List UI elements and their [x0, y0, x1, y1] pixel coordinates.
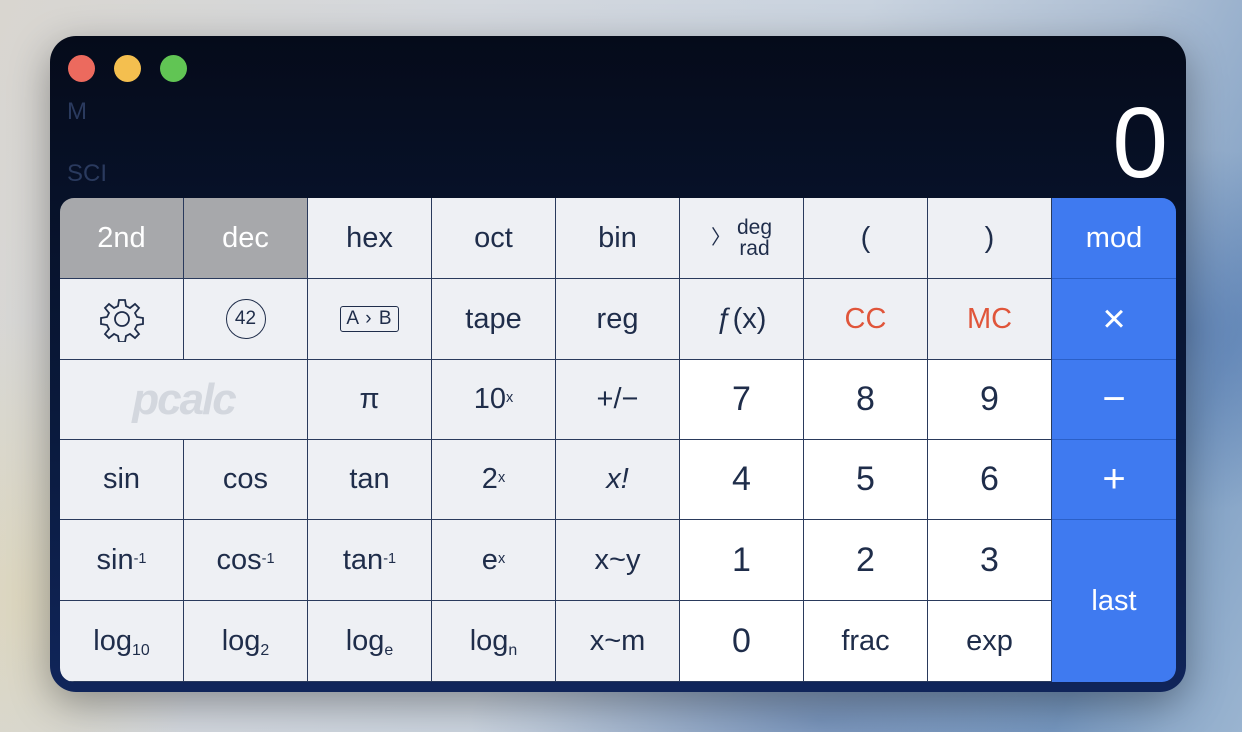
deg-label: deg [736, 216, 773, 239]
plus-minus-key[interactable]: +/− [556, 360, 680, 440]
e-power-key[interactable]: ex [432, 520, 556, 601]
gear-icon [99, 299, 144, 342]
second-function-key[interactable]: 2nd [60, 198, 184, 279]
conversions-key[interactable]: A › B [308, 279, 432, 360]
exponent-key[interactable]: exp [928, 601, 1052, 682]
digit-1-key[interactable]: 1 [680, 520, 804, 601]
ten-power-label: 10x [473, 383, 514, 415]
e-power-label: ex [481, 543, 506, 576]
sine-key[interactable]: sin [60, 440, 184, 520]
close-window-button[interactable] [68, 55, 95, 82]
two-power-label: 2x [481, 463, 506, 495]
ten-power-key[interactable]: 10x [432, 360, 556, 440]
digit-4-key[interactable]: 4 [680, 440, 804, 520]
two-power-key[interactable]: 2x [432, 440, 556, 520]
natural-log-label: loge [345, 624, 394, 660]
clear-calculator-key[interactable]: CC [804, 279, 928, 360]
display-value: 0 [1112, 87, 1168, 199]
settings-key[interactable] [60, 279, 184, 360]
digit-8-key[interactable]: 8 [804, 360, 928, 440]
last-key[interactable]: last [1052, 520, 1176, 682]
log-n-key[interactable]: logn [432, 601, 556, 682]
open-paren-key[interactable]: ( [804, 198, 928, 279]
multiply-key[interactable]: × [1052, 279, 1176, 360]
pi-key[interactable]: π [308, 360, 432, 440]
functions-key[interactable]: ƒ(x) [680, 279, 804, 360]
rad-label: rad [739, 237, 770, 260]
constants-label: 42 [225, 299, 266, 339]
minimize-window-button[interactable] [114, 55, 141, 82]
digit-3-key[interactable]: 3 [928, 520, 1052, 601]
constants-key[interactable]: 42 [184, 279, 308, 360]
digit-6-key[interactable]: 6 [928, 440, 1052, 520]
tangent-key[interactable]: tan [308, 440, 432, 520]
digit-0-key[interactable]: 0 [680, 601, 804, 682]
digit-5-key[interactable]: 5 [804, 440, 928, 520]
pcalc-logo: pcalc [60, 360, 308, 440]
factorial-key[interactable]: x! [556, 440, 680, 520]
swap-x-memory-key[interactable]: x~m [556, 601, 680, 682]
keypad: 2nd dec hex oct bin 〉 deg rad ( ) mod 42… [60, 198, 1176, 682]
subtract-key[interactable]: − [1052, 360, 1176, 440]
conversions-label: A › B [340, 306, 399, 332]
pcalc-window: M SCI 0 2nd dec hex oct bin 〉 deg rad ( … [50, 36, 1186, 692]
close-paren-key[interactable]: ) [928, 198, 1052, 279]
arctangent-label: tan-1 [342, 543, 397, 576]
chevron-right-icon: 〉 [710, 226, 731, 249]
log-n-label: logn [469, 624, 518, 660]
tape-key[interactable]: tape [432, 279, 556, 360]
fraction-key[interactable]: frac [804, 601, 928, 682]
log2-key[interactable]: log2 [184, 601, 308, 682]
add-key[interactable]: + [1052, 440, 1176, 520]
registers-key[interactable]: reg [556, 279, 680, 360]
digit-2-key[interactable]: 2 [804, 520, 928, 601]
memory-clear-key[interactable]: MC [928, 279, 1052, 360]
log10-key[interactable]: log10 [60, 601, 184, 682]
log10-label: log10 [93, 624, 150, 660]
cosine-key[interactable]: cos [184, 440, 308, 520]
hex-mode-key[interactable]: hex [308, 198, 432, 279]
deg-rad-toggle-key[interactable]: 〉 deg rad [680, 198, 804, 279]
arccosine-key[interactable]: cos-1 [184, 520, 308, 601]
arcsine-key[interactable]: sin-1 [60, 520, 184, 601]
swap-x-y-key[interactable]: x~y [556, 520, 680, 601]
mode-indicator: SCI [67, 160, 108, 187]
memory-indicator: M [67, 98, 87, 125]
arcsine-label: sin-1 [96, 543, 147, 576]
digit-9-key[interactable]: 9 [928, 360, 1052, 440]
decimal-mode-key[interactable]: dec [184, 198, 308, 279]
modulo-key[interactable]: mod [1052, 198, 1176, 279]
arccosine-label: cos-1 [216, 543, 275, 576]
arctangent-key[interactable]: tan-1 [308, 520, 432, 601]
zoom-window-button[interactable] [160, 55, 187, 82]
log2-label: log2 [221, 624, 270, 660]
octal-mode-key[interactable]: oct [432, 198, 556, 279]
binary-mode-key[interactable]: bin [556, 198, 680, 279]
natural-log-key[interactable]: loge [308, 601, 432, 682]
digit-7-key[interactable]: 7 [680, 360, 804, 440]
